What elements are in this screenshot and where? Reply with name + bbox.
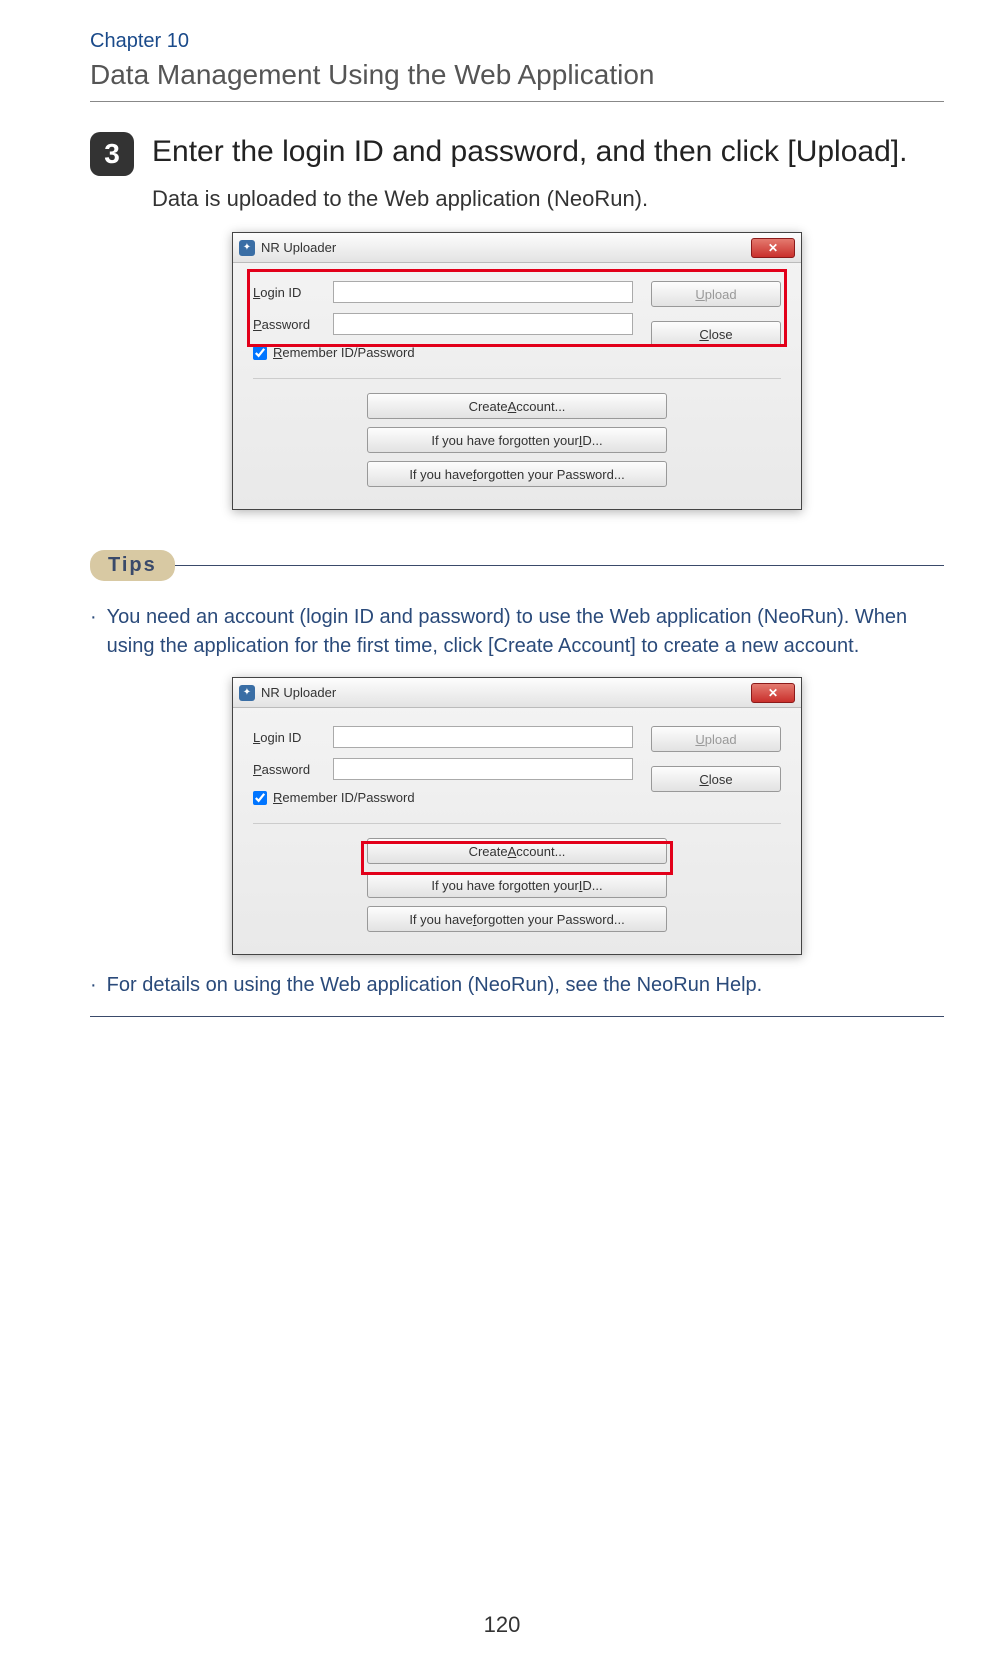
password-label: Password [253, 317, 333, 332]
dialog-titlebar: ✦ NR Uploader ✕ [233, 233, 801, 263]
password-input[interactable] [333, 758, 633, 780]
chapter-title: Data Management Using the Web Applicatio… [90, 59, 944, 91]
password-input[interactable] [333, 313, 633, 335]
forgot-id-button[interactable]: If you have forgotten your ID... [367, 427, 667, 453]
remember-label: Remember ID/Password [273, 345, 415, 360]
app-icon: ✦ [239, 240, 255, 256]
login-id-input[interactable] [333, 281, 633, 303]
window-close-button[interactable]: ✕ [751, 238, 795, 258]
step-row: 3 Enter the login ID and password, and t… [90, 132, 944, 176]
dialog-titlebar: ✦ NR Uploader ✕ [233, 678, 801, 708]
tip-text: For details on using the Web application… [107, 971, 763, 1000]
chapter-label: Chapter 10 [90, 30, 944, 53]
login-id-input[interactable] [333, 726, 633, 748]
create-account-button[interactable]: Create Account... [367, 838, 667, 864]
step-subtext: Data is uploaded to the Web application … [152, 186, 944, 212]
upload-button[interactable]: Upload [651, 726, 781, 752]
remember-label: Remember ID/Password [273, 790, 415, 805]
tip-text: You need an account (login ID and passwo… [107, 603, 944, 661]
password-label: Password [253, 762, 333, 777]
forgot-password-button[interactable]: If you have forgotten your Password... [367, 461, 667, 487]
forgot-password-button[interactable]: If you have forgotten your Password... [367, 906, 667, 932]
dialog-title: NR Uploader [261, 240, 751, 255]
dialog-screenshot-1: ✦ NR Uploader ✕ Login ID Password [90, 232, 944, 510]
dialog-title: NR Uploader [261, 685, 751, 700]
divider-bottom [90, 1016, 944, 1017]
forgot-id-button[interactable]: If you have forgotten your ID... [367, 872, 667, 898]
bullet-icon: · [90, 971, 97, 1000]
app-icon: ✦ [239, 685, 255, 701]
dialog-screenshot-2: ✦ NR Uploader ✕ Login ID Password [90, 677, 944, 955]
upload-button[interactable]: Upload [651, 281, 781, 307]
login-id-label: Login ID [253, 285, 333, 300]
tips-line [175, 565, 944, 566]
window-close-button[interactable]: ✕ [751, 683, 795, 703]
divider [90, 101, 944, 102]
login-id-label: Login ID [253, 730, 333, 745]
close-button[interactable]: Close [651, 766, 781, 792]
tips-badge: Tips [90, 550, 175, 581]
close-button[interactable]: Close [651, 321, 781, 347]
page-number: 120 [0, 1612, 1004, 1638]
remember-checkbox[interactable] [253, 791, 267, 805]
step-number-badge: 3 [90, 132, 134, 176]
bullet-icon: · [90, 603, 97, 661]
dialog-divider [253, 378, 781, 379]
remember-checkbox[interactable] [253, 346, 267, 360]
create-account-button[interactable]: Create Account... [367, 393, 667, 419]
tip-item-1: · You need an account (login ID and pass… [90, 603, 944, 661]
dialog-divider [253, 823, 781, 824]
tip-item-2: · For details on using the Web applicati… [90, 971, 944, 1000]
step-heading: Enter the login ID and password, and the… [152, 132, 907, 171]
tips-header: Tips [90, 550, 944, 581]
